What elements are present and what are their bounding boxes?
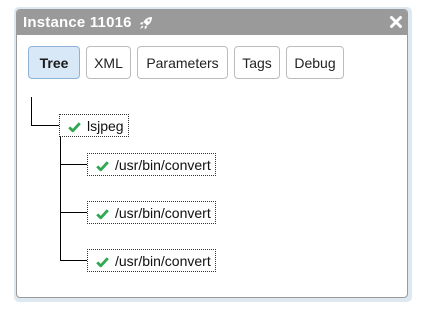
check-icon	[96, 207, 109, 219]
tree-node-child[interactable]: /usr/bin/convert	[87, 249, 216, 272]
tree-node-label: lsjpeg	[87, 117, 124, 134]
check-icon	[96, 255, 109, 267]
tree-connector	[60, 212, 87, 213]
tree-node-label: /usr/bin/convert	[115, 156, 211, 173]
tree-node-label: /usr/bin/convert	[115, 252, 211, 269]
tree-connector	[31, 97, 32, 126]
tree-connector	[60, 164, 87, 165]
tree-node-root[interactable]: lsjpeg	[59, 114, 129, 137]
check-icon	[68, 120, 81, 132]
tree-node-child[interactable]: /usr/bin/convert	[87, 153, 216, 176]
instance-dialog: Instance 11016 Tree XML Parameters Tags …	[16, 9, 408, 298]
instance-tree: lsjpeg /usr/bin/convert /usr/bin/convert	[17, 10, 407, 297]
check-icon	[96, 159, 109, 171]
tree-connector	[31, 125, 59, 126]
tree-connector	[60, 260, 87, 261]
tree-connector	[60, 137, 61, 261]
tree-node-child[interactable]: /usr/bin/convert	[87, 201, 216, 224]
tree-node-label: /usr/bin/convert	[115, 204, 211, 221]
